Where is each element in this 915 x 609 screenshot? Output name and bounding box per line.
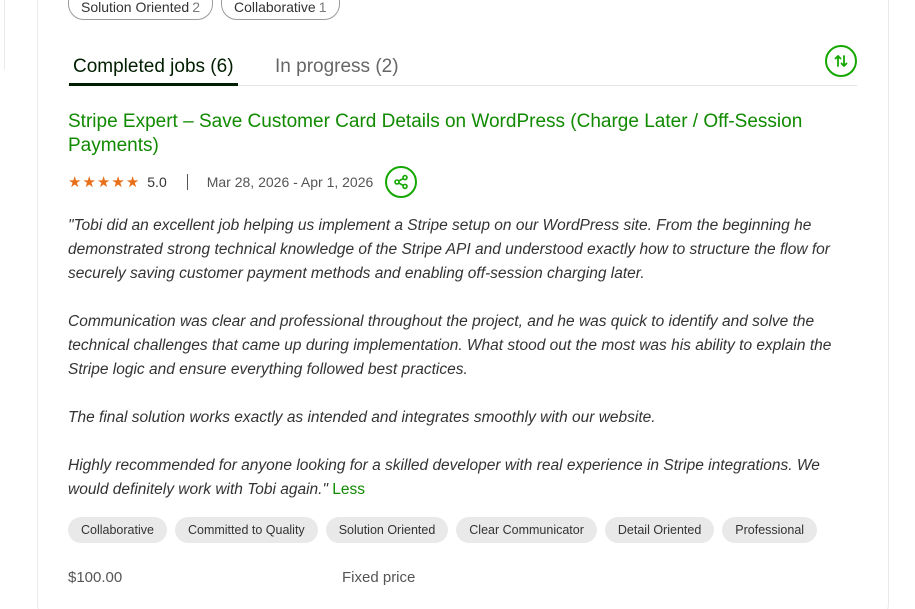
- top-skill-chips: Solution Oriented 2 Collaborative 1: [68, 0, 340, 20]
- skill-chip: Committed to Quality: [174, 517, 318, 543]
- share-button[interactable]: [385, 166, 418, 198]
- sort-button[interactable]: [825, 45, 857, 77]
- job-skill-chips: Collaborative Committed to Quality Solut…: [68, 517, 818, 543]
- review-paragraph: "Tobi did an excellent job helping us im…: [68, 217, 830, 282]
- tab-in-progress[interactable]: In progress (2): [275, 56, 399, 86]
- job-price-type: Fixed price: [342, 569, 416, 586]
- jobs-tabs: Completed jobs (6) In progress (2): [68, 56, 857, 86]
- job-title-link[interactable]: Stripe Expert – Save Customer Card Detai…: [68, 110, 858, 158]
- job-price: $100.00: [68, 569, 123, 586]
- chip-label: Collaborative: [233, 0, 316, 15]
- rating-value: 5.0: [147, 174, 167, 190]
- skill-chip: Clear Communicator: [456, 517, 597, 543]
- meta-divider: [186, 174, 188, 190]
- chip-label: Solution Oriented: [81, 0, 190, 15]
- review-paragraph: The final solution works exactly as inte…: [68, 409, 656, 426]
- star-icon: ★: [111, 173, 125, 191]
- star-icon: ★: [125, 173, 140, 191]
- skill-chip-collaborative[interactable]: Collaborative 1: [220, 0, 340, 20]
- skill-chip: Solution Oriented: [325, 517, 449, 543]
- skill-chip: Collaborative: [68, 517, 167, 543]
- skill-chip-solution-oriented[interactable]: Solution Oriented 2: [68, 0, 213, 20]
- review-text: "Tobi did an excellent job helping us im…: [68, 214, 858, 502]
- review-paragraph: Communication was clear and professional…: [68, 313, 832, 378]
- share-icon: [394, 174, 409, 190]
- star-rating: ★ ★ ★ ★ ★: [68, 175, 139, 190]
- skill-chip: Professional: [722, 517, 818, 543]
- review-paragraph-last: Highly recommended for anyone looking fo…: [68, 454, 858, 502]
- skill-chip: Detail Oriented: [604, 517, 715, 543]
- star-icon: ★: [68, 173, 82, 191]
- star-icon: ★: [96, 173, 111, 191]
- star-icon: ★: [82, 173, 96, 191]
- chip-count: 2: [192, 0, 200, 15]
- job-meta: ★ ★ ★ ★ ★ 5.0 Mar 28, 2026 - Apr 1, 2026: [68, 166, 418, 198]
- review-paragraph: Highly recommended for anyone looking fo…: [68, 457, 820, 498]
- left-panel-edge: [0, 0, 5, 70]
- chip-count: 1: [318, 0, 327, 15]
- tab-completed-jobs[interactable]: Completed jobs (6): [69, 56, 238, 86]
- sort-arrows-icon: [834, 55, 848, 67]
- job-dates: Mar 28, 2026 - Apr 1, 2026: [206, 174, 374, 190]
- less-link[interactable]: Less: [332, 481, 365, 498]
